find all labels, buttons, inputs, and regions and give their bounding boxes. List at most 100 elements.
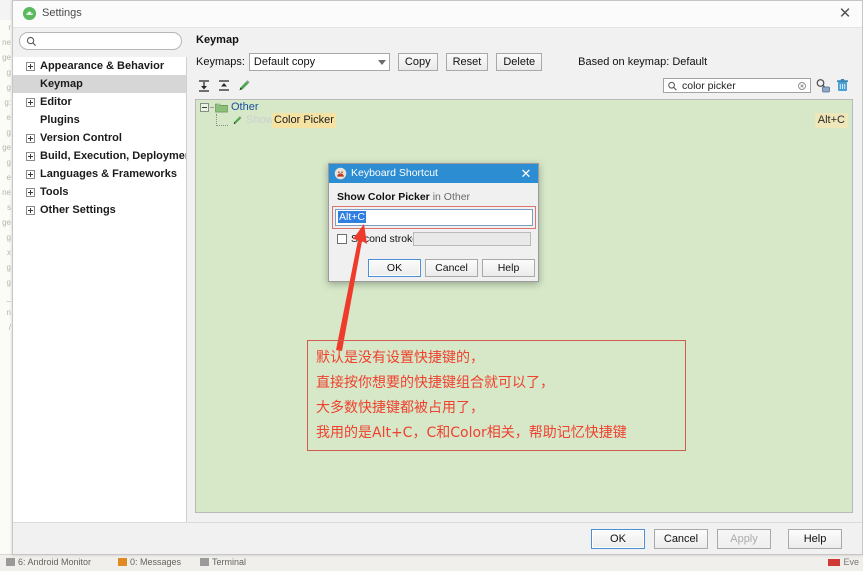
sidebar-item-keymap[interactable]: Keymap	[13, 75, 186, 93]
based-on-keymap-label: Based on keymap: Default	[578, 56, 708, 68]
sidebar-item-appearance-behavior[interactable]: Appearance & Behavior	[13, 57, 186, 75]
status-right-text: Eve	[828, 557, 859, 567]
tree-action-shortcut: Alt+C	[814, 113, 848, 128]
shortcut-input-value: Alt+C	[338, 211, 366, 223]
keymap-select-value: Default copy	[253, 56, 316, 68]
keymap-tree-toolbar: color picker	[195, 77, 853, 97]
sidebar-item-label: Other Settings	[40, 204, 116, 216]
sidebar-item-label: Appearance & Behavior	[40, 60, 165, 72]
expand-icon[interactable]	[26, 98, 35, 107]
second-stroke-input[interactable]	[413, 232, 531, 246]
modal-cancel-button[interactable]: Cancel	[425, 259, 478, 277]
keyboard-shortcut-dialog: Keyboard Shortcut ✕ Show Color Picker in…	[328, 163, 539, 282]
filter-trash-icon[interactable]	[834, 77, 851, 94]
tree-action-highlight: Color Picker	[272, 113, 336, 128]
shortcut-action-group: in Other	[429, 191, 471, 203]
sidebar-item-label: Languages & Frameworks	[40, 168, 177, 180]
sidebar-item-plugins[interactable]: Plugins	[13, 111, 186, 129]
chevron-down-icon	[377, 60, 386, 65]
expand-icon[interactable]	[26, 206, 35, 215]
tree-group-name: Other	[231, 101, 259, 113]
color-picker-icon	[233, 116, 242, 125]
sidebar-item-label: Tools	[40, 186, 69, 198]
settings-search	[19, 32, 182, 50]
search-icon	[668, 81, 677, 91]
status-item-android-monitor[interactable]: 6: Android Monitor	[6, 557, 91, 567]
keyboard-shortcut-icon	[334, 167, 347, 180]
shortcut-search-field[interactable]: color picker	[663, 78, 811, 93]
sidebar-item-editor[interactable]: Editor	[13, 93, 186, 111]
sidebar-item-label: Build, Execution, Deployment	[40, 150, 187, 162]
tree-connector	[210, 107, 214, 108]
second-stroke-checkbox[interactable]	[337, 234, 347, 244]
keymap-select[interactable]: Default copy	[248, 53, 390, 71]
keyboard-shortcut-titlebar: Keyboard Shortcut ✕	[329, 164, 538, 183]
shortcut-input[interactable]: Alt+C	[335, 209, 533, 226]
sidebar-item-other-settings[interactable]: Other Settings	[13, 201, 186, 219]
delete-button[interactable]: Delete	[496, 53, 543, 71]
page-title: Keymap	[196, 34, 239, 46]
settings-search-input[interactable]	[40, 34, 180, 50]
help-button[interactable]: Help	[788, 529, 842, 549]
annotation-line-2: 直接按你想要的快捷键组合就可以了，	[316, 375, 554, 391]
settings-sidebar: Appearance & Behavior Keymap Editor Plug…	[13, 57, 187, 523]
collapse-toggle-icon[interactable]	[200, 103, 209, 112]
keymaps-label: Keymaps:	[196, 56, 245, 68]
reset-button[interactable]: Reset	[445, 53, 489, 71]
sidebar-item-version-control[interactable]: Version Control	[13, 129, 186, 147]
copy-button[interactable]: Copy	[397, 53, 438, 71]
terminal-icon	[200, 558, 209, 566]
screen: r ne ge g g g: e g ge g e ne s ge g x g g _ n/ 6: Androi…	[0, 0, 863, 571]
expand-icon[interactable]	[26, 134, 35, 143]
keyboard-shortcut-body: Show Color Picker in Other Alt+C Second …	[329, 183, 538, 283]
ide-editor-gutter-ghost: r ne ge g g g: e g ge g e ne s ge g x g g _ n /	[0, 20, 12, 555]
modal-help-button[interactable]: Help	[482, 259, 535, 277]
keymap-selector-row: Keymaps: Default copy Copy Reset Delete …	[196, 53, 707, 71]
ok-button[interactable]: OK	[591, 529, 645, 549]
clear-circle-icon[interactable]	[798, 82, 806, 90]
android-studio-icon	[22, 6, 37, 21]
annotation-line-4: 我用的是Alt+C，C和Color相关，帮助记忆快捷键	[316, 425, 627, 441]
window-title: Settings	[42, 7, 82, 19]
expand-icon[interactable]	[26, 152, 35, 161]
window-titlebar: Settings ✕	[13, 1, 862, 28]
sidebar-item-label: Editor	[40, 96, 72, 108]
sidebar-item-languages-frameworks[interactable]: Languages & Frameworks	[13, 165, 186, 183]
expand-icon[interactable]	[26, 170, 35, 179]
modal-ok-button[interactable]: OK	[368, 259, 421, 277]
ide-status-bar: 6: Android Monitor 0: Messages Terminal …	[0, 554, 863, 571]
cancel-button[interactable]: Cancel	[654, 529, 708, 549]
status-item-messages[interactable]: 0: Messages	[118, 557, 181, 567]
annotation-box: 默认是没有设置快捷键的， 直接按你想要的快捷键组合就可以了， 大多数快捷键都被占…	[307, 340, 686, 451]
annotation-line-1: 默认是没有设置快捷键的，	[316, 350, 484, 366]
keyboard-shortcut-close-button[interactable]: ✕	[514, 164, 538, 183]
shortcut-action-name: Show Color Picker	[337, 191, 430, 203]
sidebar-item-build-execution-deployment[interactable]: Build, Execution, Deployment	[13, 147, 186, 165]
folder-icon	[215, 102, 228, 113]
status-item-terminal[interactable]: Terminal	[200, 557, 246, 567]
sidebar-item-tools[interactable]: Tools	[13, 183, 186, 201]
expand-icon[interactable]	[26, 188, 35, 197]
sidebar-item-label: Version Control	[40, 132, 122, 144]
messages-icon	[118, 558, 127, 566]
sidebar-item-label: Plugins	[40, 114, 80, 126]
sidebar-item-label: Keymap	[40, 78, 83, 90]
expand-all-icon[interactable]	[195, 77, 213, 95]
expand-icon[interactable]	[26, 62, 35, 71]
android-monitor-icon	[6, 558, 15, 566]
search-icon	[26, 36, 37, 47]
shortcut-search-value: color picker	[682, 80, 736, 92]
tree-row-action[interactable]: Show Color Picker Alt+C	[196, 113, 852, 128]
tree-action-prefix: Show	[246, 114, 274, 126]
apply-button[interactable]: Apply	[717, 529, 771, 549]
collapse-all-icon[interactable]	[215, 77, 233, 95]
keyboard-shortcut-title: Keyboard Shortcut	[351, 167, 438, 179]
settings-search-box[interactable]	[19, 32, 182, 50]
edit-pencil-icon[interactable]	[235, 77, 253, 95]
find-by-shortcut-icon[interactable]	[814, 77, 831, 94]
second-stroke-label: Second stroke:	[351, 233, 422, 245]
keyboard-shortcut-description: Show Color Picker in Other	[337, 191, 470, 203]
annotation-line-3: 大多数快捷键都被占用了，	[316, 400, 484, 416]
window-close-button[interactable]: ✕	[828, 1, 862, 27]
dialog-footer: OK Cancel Apply Help	[13, 522, 862, 554]
